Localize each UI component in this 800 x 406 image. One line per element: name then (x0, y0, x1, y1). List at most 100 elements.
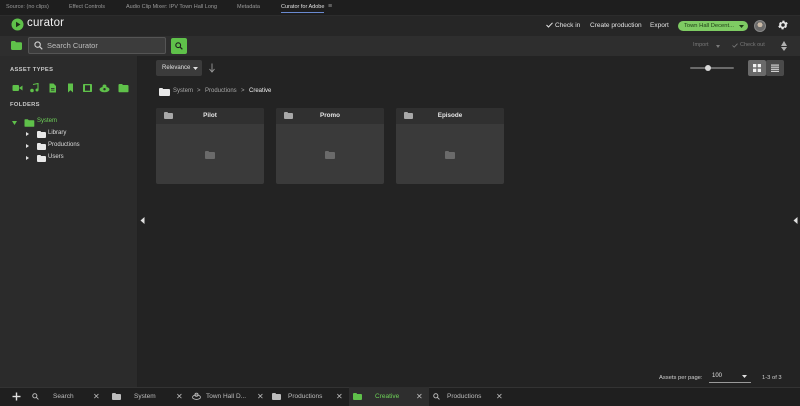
folder-card-title: Pilot (203, 112, 217, 119)
tree-collapse-icon[interactable] (26, 156, 29, 160)
tree-item-label: Users (48, 154, 64, 160)
folders-heading: FOLDERS (10, 102, 40, 108)
close-icon[interactable]: ✕ (176, 387, 183, 406)
folder-card-promo[interactable]: Promo (276, 108, 384, 184)
close-icon[interactable]: ✕ (93, 387, 100, 406)
tree-item-library[interactable]: Library (26, 130, 86, 139)
search-box[interactable] (28, 37, 166, 54)
folder-card-header: Pilot (156, 108, 264, 124)
user-selector[interactable]: Town Hall Decent... (678, 21, 748, 31)
chevron-down-icon (739, 24, 744, 28)
tree-collapse-icon[interactable] (26, 132, 29, 136)
panel-tab-effect-controls[interactable]: Effect Controls (69, 4, 105, 10)
folder-icon (353, 392, 362, 400)
collapse-sidebar-icon[interactable] (140, 217, 145, 224)
film-icon[interactable] (82, 83, 93, 93)
chevron-down-icon (193, 66, 198, 70)
folder-icon (37, 130, 46, 138)
folder-card-pilot[interactable]: Pilot (156, 108, 264, 184)
avatar[interactable] (754, 20, 766, 32)
bottom-tab-label: Productions (447, 393, 482, 400)
search-icon (34, 41, 43, 50)
list-icon (771, 64, 779, 72)
close-icon[interactable]: ✕ (496, 387, 503, 406)
panel-tab-audio-clip-mixer[interactable]: Audio Clip Mixer: IPV Town Hall Long (126, 4, 217, 10)
list-view-button[interactable] (766, 60, 784, 76)
search-icon (32, 393, 39, 400)
breadcrumb-item-system[interactable]: System (173, 88, 193, 94)
close-icon[interactable]: ✕ (416, 387, 423, 406)
panel-tab-bar: Source: (no clips) Effect Controls Audio… (0, 0, 800, 16)
bookmark-icon[interactable] (65, 83, 76, 93)
export-button[interactable]: Export (650, 22, 669, 29)
check-out-button[interactable]: Check out (740, 42, 765, 48)
breadcrumb-separator: > (241, 88, 245, 94)
folder-icon (272, 392, 281, 400)
breadcrumb-separator: > (197, 88, 201, 94)
breadcrumb-item-productions[interactable]: Productions (205, 88, 237, 94)
tree-item-productions[interactable]: Productions (26, 142, 86, 151)
assets-per-page-value: 100 (712, 373, 723, 379)
folder-card-title: Promo (320, 112, 340, 119)
tree-item-label: System (37, 118, 58, 124)
sort-select-label: Relevance (162, 65, 191, 71)
folder-icon (112, 392, 121, 400)
folder-icon (37, 142, 46, 150)
tree-item-label: Library (48, 130, 67, 136)
panel-tab-curator[interactable]: Curator for Adobe (281, 4, 325, 13)
gear-icon[interactable] (777, 19, 789, 31)
grid-view-button[interactable] (748, 60, 766, 76)
import-dropdown-icon[interactable] (716, 44, 720, 48)
folder-icon (37, 154, 46, 162)
bottom-tab-label: Creative (375, 393, 400, 400)
search-icon (433, 393, 440, 400)
sort-direction-arrow-icon[interactable] (209, 63, 215, 73)
folder-card-header: Promo (276, 108, 384, 124)
close-icon[interactable]: ✕ (257, 387, 264, 406)
slider-thumb[interactable] (704, 65, 711, 71)
folder-card-episode[interactable]: Episode (396, 108, 504, 184)
audio-icon[interactable] (29, 83, 40, 93)
sequence-icon (192, 392, 201, 400)
bottom-tab-label: Town Hall D... (206, 393, 247, 400)
add-tab-icon[interactable] (12, 392, 21, 401)
assets-per-page-select[interactable]: 100 (709, 370, 751, 383)
document-icon[interactable] (47, 83, 58, 93)
create-production-button[interactable]: Create production (590, 22, 642, 29)
folder-open-icon (24, 118, 35, 127)
asset-types-heading: ASSET TYPES (10, 67, 54, 73)
folder-card-title: Episode (437, 112, 463, 119)
bottom-tab-label: System (134, 393, 156, 400)
bottom-tab-label: Productions (288, 393, 323, 400)
video-icon[interactable] (12, 83, 23, 93)
tree-expand-icon[interactable] (12, 120, 17, 125)
import-button[interactable]: Import (693, 42, 709, 48)
chevron-down-icon (742, 375, 747, 378)
tree-collapse-icon[interactable] (26, 144, 29, 148)
close-icon[interactable]: ✕ (336, 387, 343, 406)
folder-thumbnail-icon (325, 150, 335, 159)
tree-item-users[interactable]: Users (26, 154, 86, 163)
folder-card-header: Episode (396, 108, 504, 124)
search-submit-button[interactable] (171, 38, 187, 54)
thumbnail-size-slider[interactable] (690, 65, 734, 71)
user-selector-label: Town Hall Decent... (684, 23, 734, 29)
search-icon (175, 42, 183, 50)
sequence-icon[interactable] (99, 83, 110, 93)
check-in-button[interactable]: Check in (555, 22, 580, 29)
sort-toggle-icon[interactable] (780, 40, 789, 52)
pagination-range: 1-3 of 3 (762, 375, 782, 381)
folder-thumbnail-icon (445, 150, 455, 159)
search-input[interactable] (47, 38, 162, 53)
check-out-check-icon (732, 43, 738, 48)
folder-icon[interactable] (118, 83, 129, 93)
folder-browse-icon[interactable] (11, 41, 22, 50)
panel-menu-icon[interactable]: ≡ (328, 3, 332, 10)
sort-select[interactable]: Relevance (156, 60, 202, 76)
panel-tab-source[interactable]: Source: (no clips) (6, 4, 49, 10)
breadcrumb: System > Productions > Creative (158, 86, 358, 96)
expand-right-panel-icon[interactable] (793, 217, 798, 224)
tree-item-system[interactable]: System (12, 118, 72, 127)
grid-icon (753, 64, 761, 72)
panel-tab-metadata[interactable]: Metadata (237, 4, 260, 10)
